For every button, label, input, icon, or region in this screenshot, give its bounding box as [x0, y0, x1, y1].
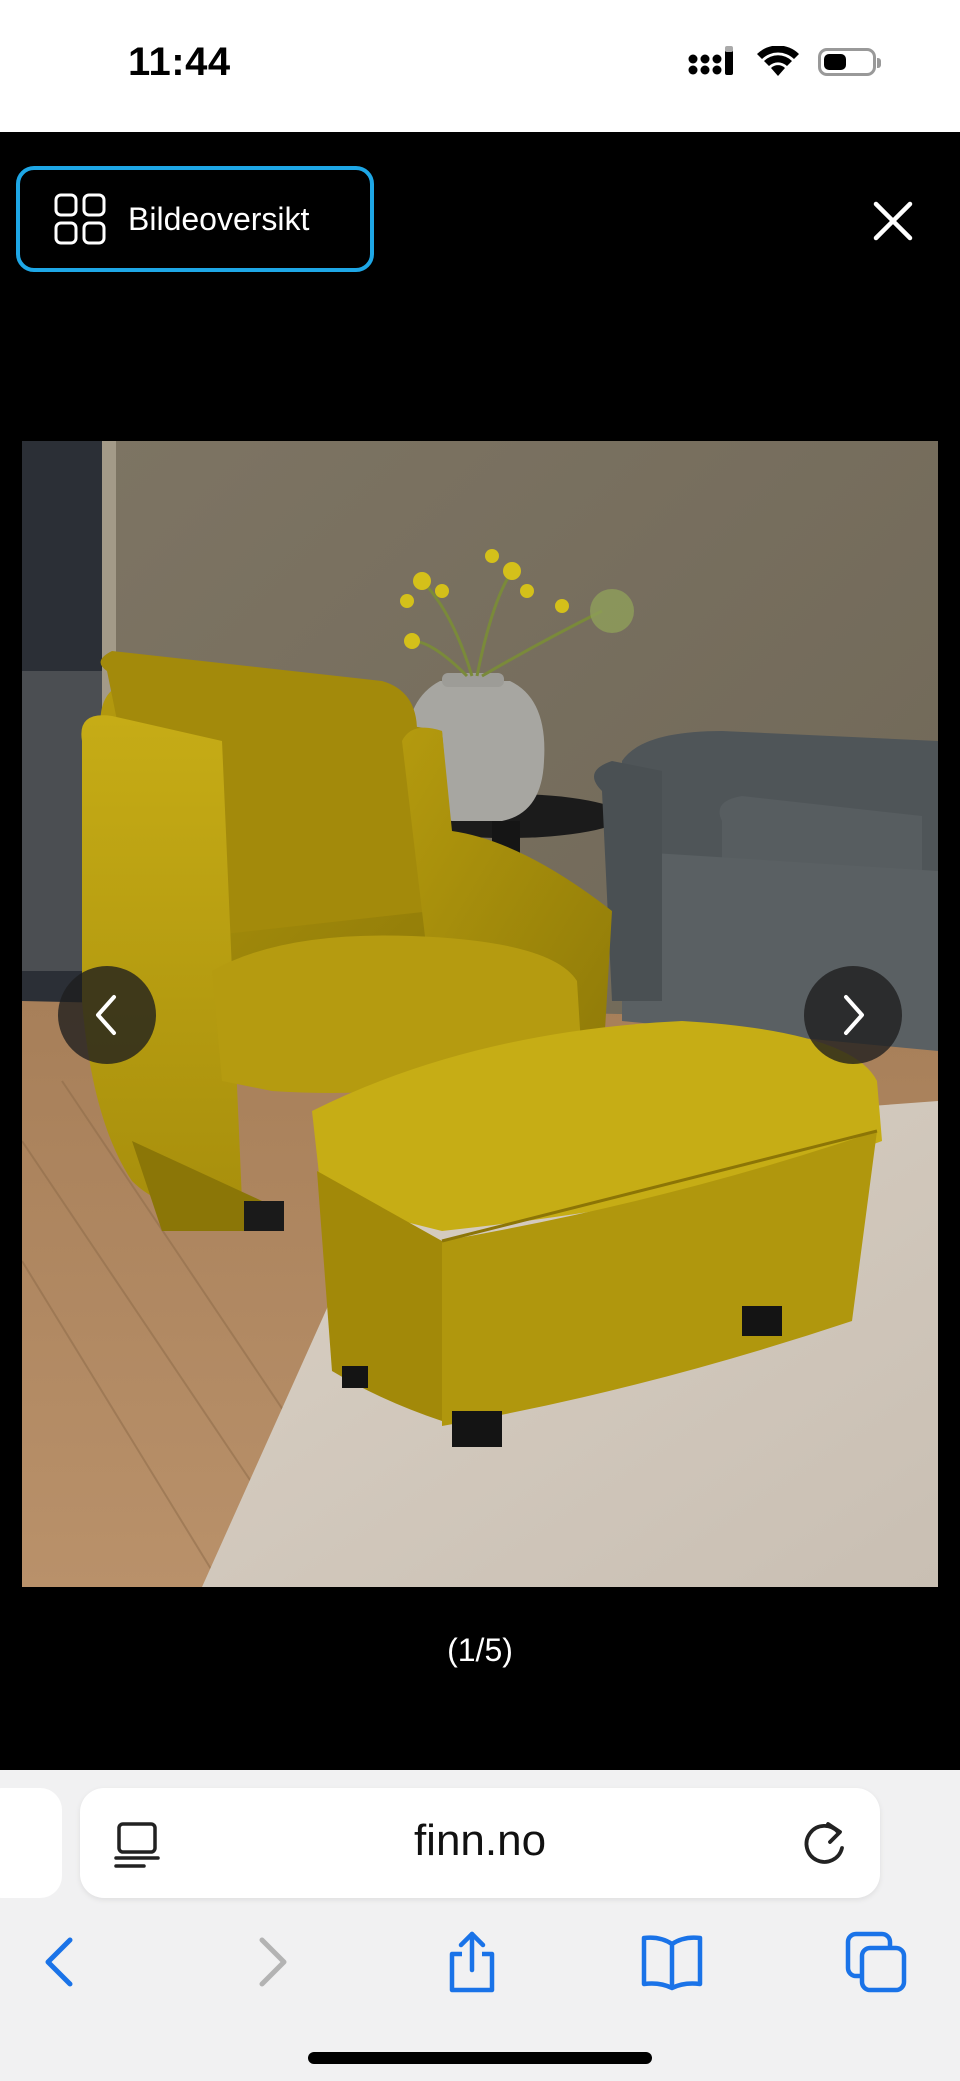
home-indicator[interactable] [308, 2052, 652, 2064]
listing-photo [22, 441, 938, 1587]
next-image-button[interactable] [804, 966, 902, 1064]
chevron-left-icon [96, 995, 116, 1035]
forward-icon[interactable] [238, 1930, 302, 1994]
image-overview-button[interactable]: Bildeoversikt [16, 166, 374, 272]
status-bar: 11:44 [0, 0, 960, 132]
bookmarks-icon[interactable] [640, 1930, 704, 1994]
reload-icon[interactable] [800, 1818, 850, 1870]
share-icon[interactable] [440, 1930, 504, 1994]
url-text: finn.no [413, 1816, 547, 1865]
previous-tab-peek[interactable] [0, 1788, 62, 1898]
status-icons [688, 46, 881, 78]
back-icon[interactable] [30, 1930, 94, 1994]
grid-icon [54, 193, 106, 245]
wifi-icon [757, 46, 799, 76]
address-bar[interactable]: finn.no [80, 1788, 880, 1898]
browser-toolbar [0, 1920, 960, 2004]
status-time: 11:44 [128, 40, 231, 84]
close-icon[interactable] [868, 196, 918, 246]
image-counter: (1/5) [447, 1632, 513, 1668]
browser-bottom-bar: finn.no [0, 1770, 960, 2081]
tabs-icon[interactable] [844, 1930, 908, 1994]
chevron-right-icon [844, 995, 864, 1035]
battery-icon [818, 48, 881, 76]
image-overview-label: Bildeoversikt [128, 200, 310, 237]
previous-image-button[interactable] [58, 966, 156, 1064]
cellular-signal-icon [688, 46, 733, 75]
image-viewer: Bildeoversikt (1/5) [0, 132, 960, 1770]
